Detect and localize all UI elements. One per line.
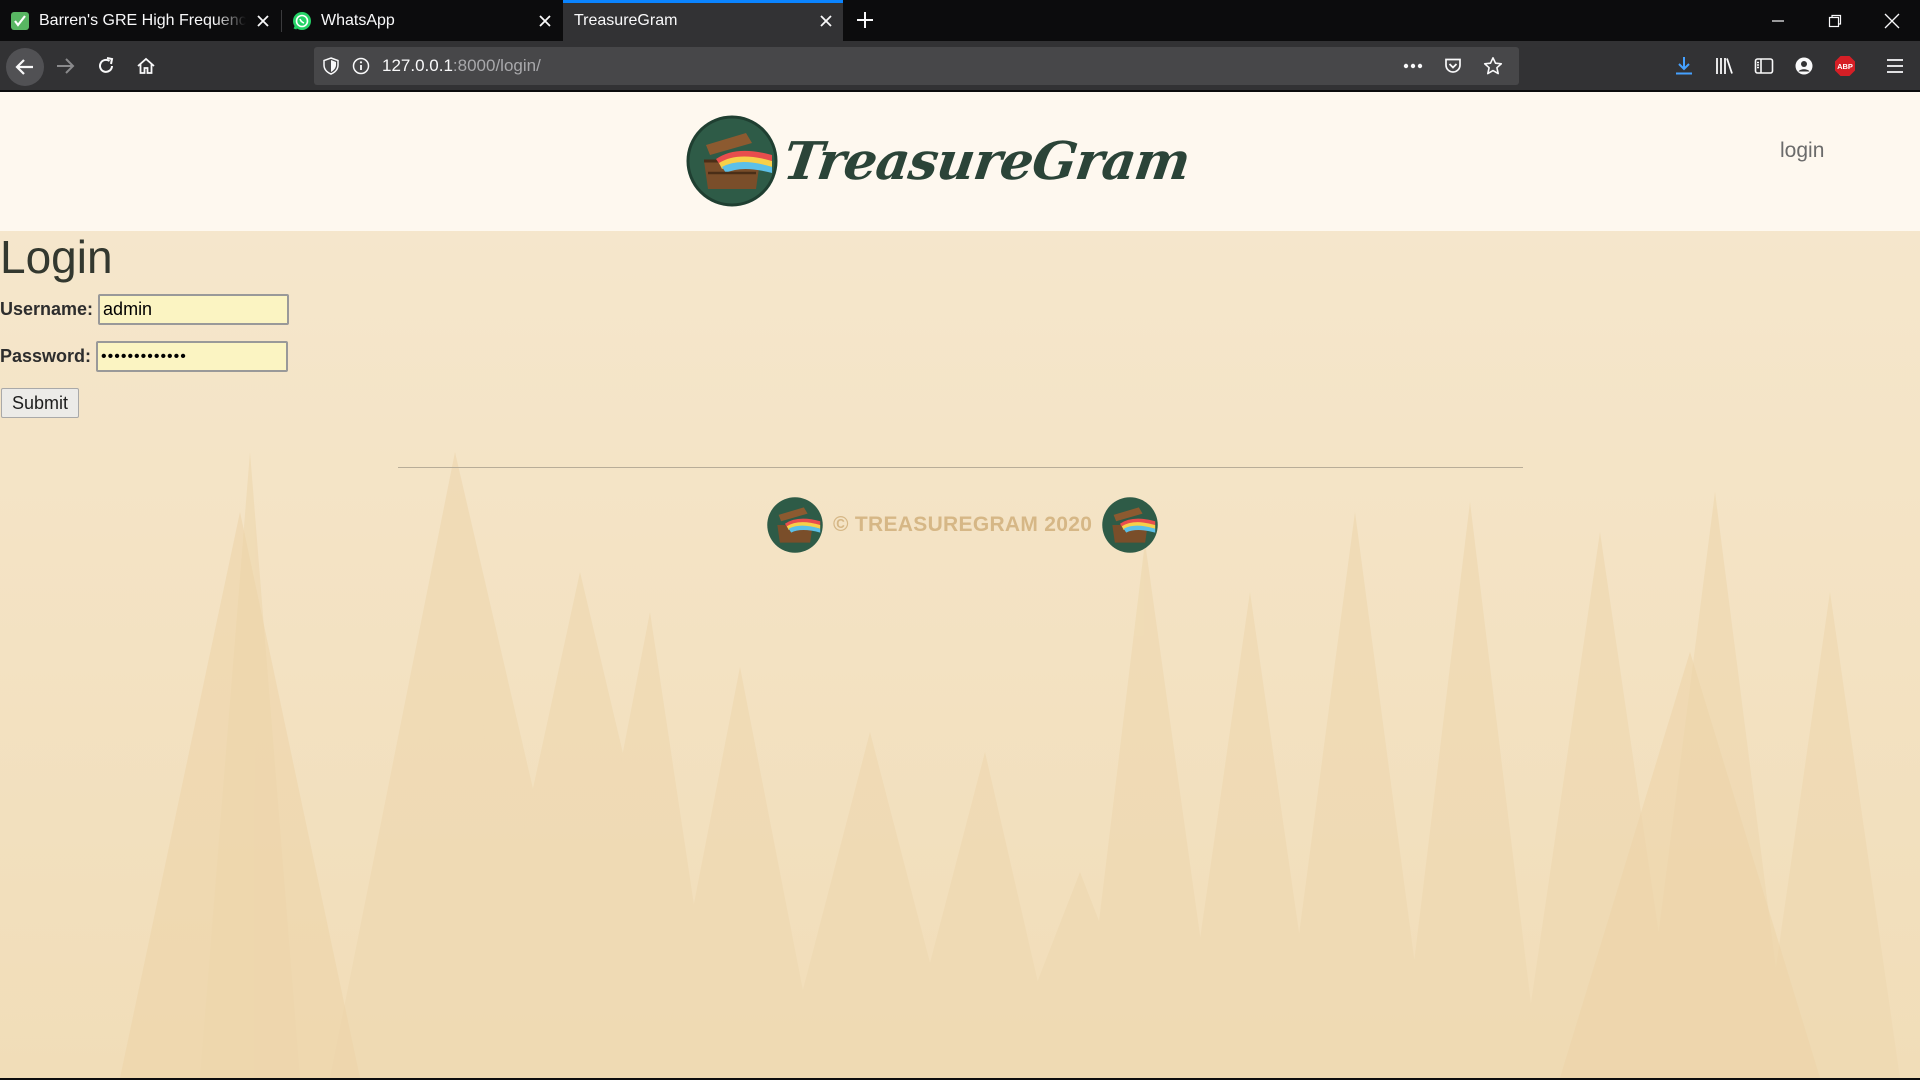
site-header: TreasureGram login	[0, 92, 1920, 231]
site-info-icon[interactable]	[346, 47, 376, 85]
library-icon	[1716, 58, 1733, 74]
close-icon[interactable]	[528, 0, 562, 41]
home-button[interactable]	[128, 48, 164, 84]
sidebar-icon	[1754, 58, 1774, 74]
nav-login-link[interactable]: login	[1780, 139, 1824, 163]
url-text[interactable]: 127.0.0.1:8000/login/	[382, 56, 541, 76]
plus-icon	[857, 12, 873, 28]
sidebar-button[interactable]	[1746, 48, 1782, 84]
tab-title: Barren's GRE High Frequency W	[39, 11, 246, 29]
url-host: 127.0.0.1	[382, 56, 453, 75]
adblock-plus-button[interactable]: ABP	[1827, 48, 1863, 84]
minimize-icon	[1771, 19, 1784, 22]
copyright-text: © TREASUREGRAM 2020	[833, 513, 1093, 536]
tab-gre-words[interactable]: Barren's GRE High Frequency W	[0, 0, 280, 41]
restore-icon	[1828, 14, 1841, 27]
library-button[interactable]	[1706, 48, 1742, 84]
submit-button[interactable]: Submit	[1, 388, 79, 418]
reload-icon	[99, 57, 114, 73]
close-icon	[1884, 13, 1899, 28]
tab-title: TreasureGram	[574, 11, 678, 29]
checkmark-favicon-icon	[10, 11, 30, 31]
treasure-chest-logo-icon	[686, 115, 778, 207]
url-path: :8000/login/	[452, 56, 541, 75]
hamburger-menu-icon	[1887, 59, 1903, 73]
svg-text:ABP: ABP	[1837, 62, 1853, 71]
minimize-button[interactable]	[1749, 0, 1806, 41]
username-input[interactable]	[98, 294, 290, 325]
restore-button[interactable]	[1806, 0, 1863, 41]
treasure-chest-logo-icon	[1102, 497, 1158, 553]
download-icon	[1676, 57, 1692, 75]
username-row: Username:	[0, 294, 290, 325]
page-content: TreasureGram login Login Username: Passw…	[0, 92, 1920, 1078]
close-icon[interactable]	[246, 0, 280, 41]
password-label: Password:	[0, 346, 92, 366]
close-icon[interactable]	[809, 0, 843, 41]
home-icon	[137, 57, 155, 74]
tab-whatsapp[interactable]: WhatsApp	[282, 0, 562, 41]
page-title: Login	[0, 231, 113, 283]
brand-wordmark: TreasureGram	[779, 130, 1194, 192]
adblock-plus-icon: ABP	[1835, 56, 1855, 76]
treasure-chest-logo-icon	[767, 497, 823, 553]
whatsapp-favicon-icon	[292, 11, 312, 31]
downloads-button[interactable]	[1666, 48, 1702, 84]
site-footer: © TREASUREGRAM 2020	[766, 496, 1159, 554]
username-label: Username:	[0, 299, 94, 319]
url-bar[interactable]: 127.0.0.1:8000/login/	[314, 47, 1519, 85]
menu-button[interactable]	[1877, 48, 1913, 84]
footer-divider	[398, 467, 1523, 468]
tab-strip: Barren's GRE High Frequency W WhatsApp T…	[0, 0, 1920, 41]
forward-button[interactable]	[47, 48, 83, 84]
back-button[interactable]	[6, 48, 44, 86]
tracking-protection-shield-icon[interactable]	[316, 47, 346, 85]
close-window-button[interactable]	[1863, 0, 1920, 41]
page-actions-icon[interactable]	[1395, 47, 1431, 85]
password-input[interactable]	[96, 341, 289, 372]
bookmark-star-icon[interactable]	[1475, 47, 1511, 85]
tab-treasuregram[interactable]: TreasureGram	[563, 0, 843, 41]
pocket-icon[interactable]	[1435, 47, 1471, 85]
tab-title: WhatsApp	[321, 11, 395, 29]
site-logo[interactable]: TreasureGram	[686, 114, 1193, 208]
account-button[interactable]	[1786, 48, 1822, 84]
navigation-toolbar: 127.0.0.1:8000/login/ ABP	[0, 41, 1920, 91]
reload-button[interactable]	[88, 48, 124, 84]
back-arrow-icon	[15, 59, 33, 75]
password-row: Password:	[0, 341, 289, 372]
account-icon	[1795, 57, 1813, 75]
new-tab-button[interactable]	[850, 5, 880, 35]
forward-arrow-icon	[57, 58, 75, 74]
forest-background-illustration	[0, 92, 1920, 1078]
